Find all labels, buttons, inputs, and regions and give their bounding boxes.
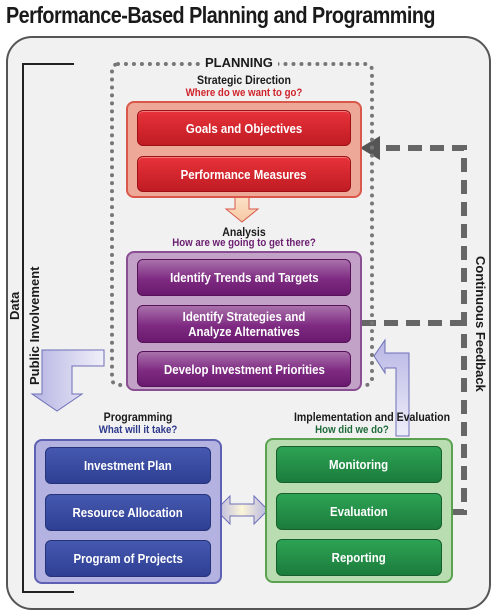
resource-allocation-label: Resource Allocation — [72, 505, 184, 520]
analysis-group: Identify Trends and Targets Identify Str… — [126, 251, 362, 391]
identify-trends-box[interactable]: Identify Trends and Targets — [137, 259, 351, 296]
program-of-projects-box[interactable]: Program of Projects — [45, 540, 211, 577]
strategic-direction-group: Goals and Objectives Performance Measure… — [126, 101, 362, 198]
programming-question: What will it take? — [98, 424, 178, 436]
planning-label: PLANNING — [200, 55, 278, 70]
programming-heading: Programming — [103, 410, 173, 424]
identify-trends-label: Identify Trends and Targets — [169, 270, 319, 285]
analysis-to-programming-arrow-icon — [30, 349, 105, 412]
reporting-box[interactable]: Reporting — [276, 539, 442, 576]
implementation-group: Monitoring Evaluation Reporting — [265, 438, 453, 583]
implementation-question: How did we do? — [315, 424, 389, 436]
analysis-question: How are we going to get there? — [172, 237, 316, 249]
identify-strategies-box[interactable]: Identify Strategies and Analyze Alternat… — [137, 305, 351, 343]
strategic-direction-heading: Strategic Direction — [197, 73, 291, 87]
performance-measures-box[interactable]: Performance Measures — [137, 156, 351, 192]
evaluation-label: Evaluation — [330, 504, 388, 519]
goals-and-objectives-label: Goals and Objectives — [185, 120, 303, 136]
strategic-direction-question: Where do we want to go? — [185, 87, 303, 99]
reporting-label: Reporting — [331, 550, 387, 565]
performance-measures-label: Performance Measures — [181, 166, 307, 182]
develop-investment-priorities-box[interactable]: Develop Investment Priorities — [137, 351, 351, 387]
goals-and-objectives-box[interactable]: Goals and Objectives — [137, 110, 351, 146]
programming-group: Investment Plan Resource Allocation Prog… — [34, 439, 222, 584]
investment-plan-label: Investment Plan — [84, 458, 172, 473]
program-of-projects-label: Program of Projects — [73, 551, 183, 566]
investment-plan-box[interactable]: Investment Plan — [45, 447, 211, 484]
identify-strategies-label: Identify Strategies and Analyze Alternat… — [182, 309, 306, 339]
resource-allocation-box[interactable]: Resource Allocation — [45, 494, 211, 531]
monitoring-box[interactable]: Monitoring — [276, 446, 442, 483]
implementation-heading: Implementation and Evaluation — [293, 410, 451, 424]
programming-implementation-double-arrow-icon — [215, 494, 269, 526]
develop-investment-priorities-label: Develop Investment Priorities — [163, 361, 325, 377]
monitoring-label: Monitoring — [329, 457, 389, 472]
evaluation-box[interactable]: Evaluation — [276, 493, 442, 530]
